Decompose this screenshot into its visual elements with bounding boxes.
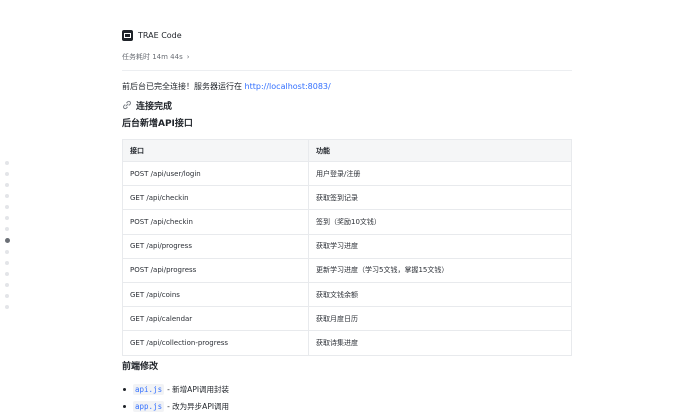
file-name-code[interactable]: app.js — [133, 401, 165, 412]
server-url-link[interactable]: http://localhost:8083/ — [245, 82, 331, 91]
table-row: POST /api/progress 更新学习进度（学习5文钱，掌握15文钱） — [122, 257, 572, 283]
scroll-dot[interactable] — [5, 305, 9, 309]
function-cell: 获取学习进度 — [308, 233, 572, 259]
table-row: POST /api/user/login 用户登录/注册 — [122, 160, 572, 187]
api-table: 接口 功能 POST /api/user/login 用户登录/注册 GET /… — [122, 139, 572, 356]
scroll-dot[interactable] — [5, 205, 9, 209]
function-cell: 用户登录/注册 — [308, 160, 572, 187]
endpoint-cell: POST /api/progress — [122, 257, 309, 283]
function-cell: 获取文钱余额 — [308, 281, 572, 308]
trae-logo-icon — [122, 29, 133, 41]
function-cell: 获取月度日历 — [308, 306, 572, 332]
column-header-function: 功能 — [308, 139, 572, 162]
bullet-icon — [123, 405, 126, 408]
scroll-position-indicator[interactable] — [4, 161, 10, 316]
endpoint-cell: GET /api/coins — [122, 281, 309, 308]
scroll-dot[interactable] — [5, 216, 9, 220]
status-message: 前后台已完全连接！服务器运行在 http://localhost:8083/ — [122, 81, 572, 93]
table-row: GET /api/checkin 获取签到记录 — [122, 185, 572, 211]
heading-api-section: 后台新增API接口 — [122, 119, 193, 129]
scroll-dot[interactable] — [5, 283, 9, 287]
function-cell: 更新学习进度（学习5文钱，掌握15文钱） — [308, 257, 572, 283]
endpoint-cell: GET /api/checkin — [122, 185, 309, 211]
scroll-dot[interactable] — [5, 183, 9, 187]
scroll-dot[interactable] — [5, 250, 9, 254]
list-item: api.js - 新增API调用封装 — [122, 381, 572, 398]
table-row: GET /api/coins 获取文钱余额 — [122, 281, 572, 308]
scroll-dot[interactable] — [5, 194, 9, 198]
function-cell: 签到（奖励10文钱） — [308, 209, 572, 235]
table-row: POST /api/checkin 签到（奖励10文钱） — [122, 209, 572, 235]
scroll-dot[interactable] — [5, 294, 9, 298]
chat-page: TRAE Code 任务耗时 14m 44s › 前后台已完全连接！服务器运行在… — [0, 0, 689, 412]
file-description: - 改为异步API调用 — [167, 402, 230, 411]
function-cell: 获取诗集进度 — [308, 330, 572, 356]
function-cell: 获取签到记录 — [308, 185, 572, 211]
scroll-dot[interactable] — [5, 261, 9, 265]
endpoint-cell: GET /api/calendar — [122, 306, 309, 332]
app-name: TRAE Code — [138, 30, 182, 40]
heading-done: 连接完成 — [122, 98, 572, 112]
endpoint-cell: GET /api/collection-progress — [122, 330, 309, 356]
chevron-right-icon: › — [186, 52, 190, 61]
table-row: GET /api/collection-progress 获取诗集进度 — [122, 330, 572, 356]
table-row: GET /api/calendar 获取月度日历 — [122, 306, 572, 332]
bullet-icon — [123, 388, 126, 391]
assistant-message: TRAE Code 任务耗时 14m 44s › 前后台已完全连接！服务器运行在… — [122, 28, 572, 412]
scroll-dot[interactable] — [5, 227, 9, 231]
scroll-dot[interactable] — [5, 272, 9, 276]
frontend-section: 前端修改 api.js - 新增API调用封装 app.js - 改为异步API… — [122, 360, 572, 412]
heading-frontend-section: 前端修改 — [122, 362, 159, 372]
endpoint-cell: POST /api/user/login — [122, 160, 309, 187]
message-header: TRAE Code — [122, 28, 572, 42]
table-header-row: 接口 功能 — [122, 139, 572, 162]
file-description: - 新增API调用封装 — [167, 385, 230, 394]
scroll-dot[interactable] — [5, 161, 9, 165]
table-row: GET /api/progress 获取学习进度 — [122, 233, 572, 259]
status-prefix: 前后台已完全连接！服务器运行在 — [122, 82, 242, 91]
list-item: app.js - 改为异步API调用 — [122, 398, 572, 412]
task-time: 任务耗时 14m 44s — [122, 52, 183, 61]
file-name-code[interactable]: api.js — [133, 384, 165, 395]
frontend-list: api.js - 新增API调用封装 app.js - 改为异步API调用 — [122, 381, 572, 412]
scroll-dot-active[interactable] — [4, 238, 10, 243]
divider — [122, 70, 572, 71]
endpoint-cell: GET /api/progress — [122, 233, 309, 259]
column-header-endpoint: 接口 — [122, 139, 309, 162]
link-icon — [123, 100, 131, 110]
task-time-toggle[interactable]: 任务耗时 14m 44s › — [122, 51, 572, 62]
heading-done-text: 连接完成 — [136, 101, 173, 112]
scroll-dot[interactable] — [5, 172, 9, 176]
endpoint-cell: POST /api/checkin — [122, 209, 309, 235]
